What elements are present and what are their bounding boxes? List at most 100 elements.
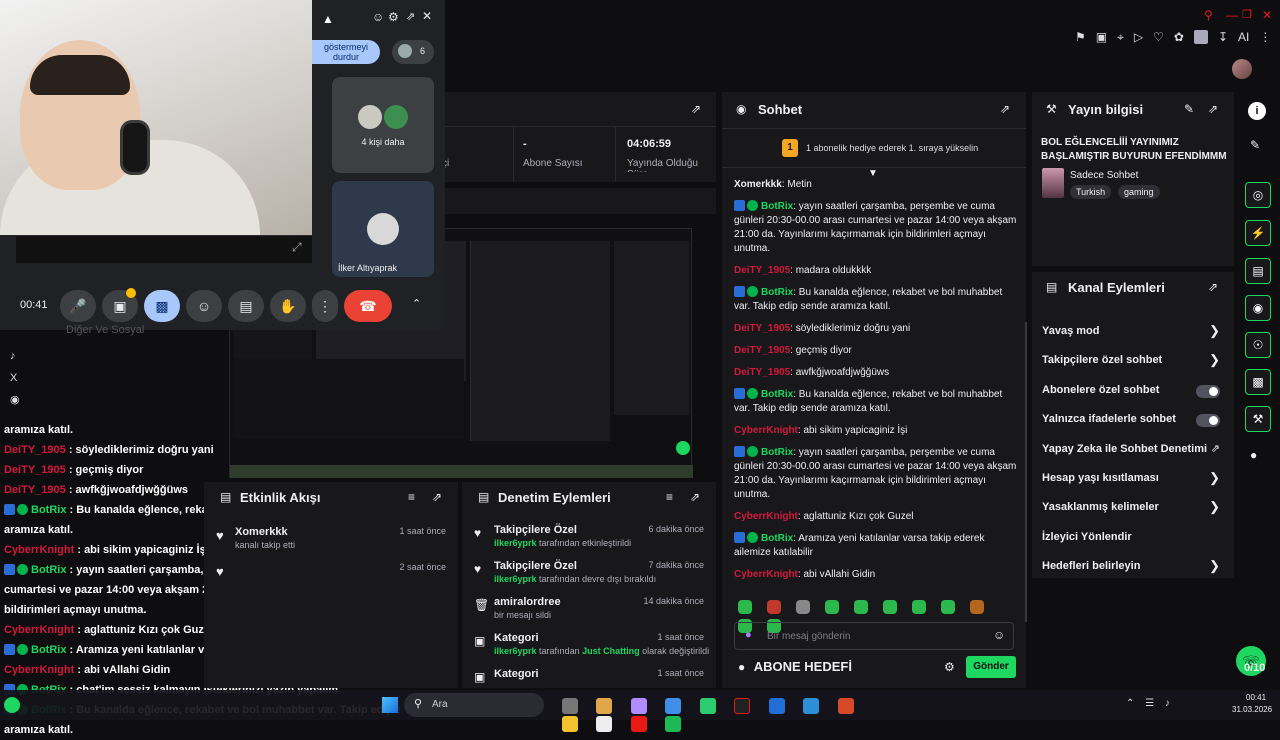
group-icon[interactable]: ● — [1250, 448, 1257, 462]
chat-username[interactable]: BotRix — [761, 287, 793, 298]
raise-hand-button[interactable]: ✋ — [270, 290, 306, 322]
chevron-right-icon[interactable]: ❯ — [1209, 558, 1220, 574]
channel-action-row[interactable]: Hesap yaşı kısıtlaması ❯ — [1032, 470, 1234, 490]
app-icon[interactable] — [837, 697, 854, 714]
popout-icon[interactable]: ⇗ — [1208, 280, 1218, 294]
chat-username[interactable]: DeiTY_1905 — [734, 345, 790, 356]
more-icon[interactable]: ⋮ — [1259, 30, 1271, 45]
participant-tile[interactable]: İlker Altıyaprak — [332, 181, 434, 277]
moderator-name[interactable]: ilker6yprk — [494, 574, 537, 584]
app-icon[interactable] — [699, 697, 716, 714]
app-icon[interactable] — [630, 715, 647, 732]
captions-button[interactable]: ▤ — [228, 290, 264, 322]
more-options-button[interactable]: ⋮ — [312, 290, 338, 322]
minimize-icon[interactable]: — — [1226, 8, 1238, 22]
mic-icon[interactable]: ● — [745, 629, 752, 641]
tiktok-icon[interactable]: ♪ — [10, 345, 26, 367]
chevron-up-icon[interactable]: ⌃ — [412, 297, 421, 310]
channel-action-row[interactable]: Yalnızca ifadelerle sohbet — [1032, 411, 1234, 431]
emote-icon[interactable] — [854, 600, 868, 614]
chat-username[interactable]: CyberrKnight — [734, 511, 798, 522]
chat-username[interactable]: BotRix — [761, 389, 793, 400]
reactions-button[interactable]: ☺ — [186, 290, 222, 322]
filter-icon[interactable]: ≡ — [666, 490, 673, 504]
emote-icon[interactable] — [912, 600, 926, 614]
popout-icon[interactable]: ⇗ — [406, 10, 415, 23]
chevron-right-icon[interactable]: ❯ — [1209, 352, 1220, 368]
chat-username[interactable]: BotRix — [761, 533, 793, 544]
close-icon[interactable]: ✕ — [422, 9, 432, 23]
emote-icon[interactable] — [767, 600, 781, 614]
maximize-icon[interactable]: ❐ — [1242, 8, 1252, 21]
toggle-switch[interactable] — [1196, 414, 1220, 428]
others-tile[interactable]: 4 kişi daha — [332, 77, 434, 173]
channel-action-row[interactable]: Yasaklanmış kelimeler ❯ — [1032, 499, 1234, 519]
tag-chip[interactable]: Turkish — [1070, 185, 1112, 199]
user-avatar[interactable] — [1232, 59, 1252, 79]
play-icon[interactable]: ▷ — [1134, 30, 1143, 45]
app-icon[interactable] — [562, 697, 578, 714]
filter-icon[interactable]: ≡ — [408, 490, 415, 504]
app-icon[interactable] — [665, 697, 682, 714]
start-icon[interactable] — [382, 697, 398, 713]
chat-settings-icon[interactable]: ⚙ — [944, 660, 955, 674]
chat-username[interactable]: Xomerkkk — [734, 179, 782, 190]
scrollbar[interactable] — [1025, 322, 1027, 622]
popout-icon[interactable]: ⇗ — [1208, 102, 1218, 116]
gift-banner[interactable]: 1 1 abonelik hediye ederek 1. sıraya yük… — [722, 128, 1026, 168]
app-icon[interactable] — [803, 697, 820, 714]
channel-action-row[interactable]: Abonelere özel sohbet — [1032, 382, 1234, 402]
bolt-icon[interactable]: ⚡ — [1245, 220, 1271, 246]
broadcast-icon[interactable]: ☉ — [1245, 332, 1271, 358]
popout-icon[interactable]: ⇗ — [690, 490, 700, 504]
emote-icon[interactable] — [825, 600, 839, 614]
emoji-icon[interactable]: ☺ — [372, 10, 384, 24]
pencil-icon[interactable]: ✎ — [1250, 138, 1260, 152]
emote-icon[interactable] — [970, 600, 984, 614]
printer-icon[interactable]: ▩ — [1245, 369, 1271, 395]
message-input[interactable]: ● Bir mesaj gönderin ☺ — [734, 622, 1014, 650]
emote-icon[interactable] — [883, 600, 897, 614]
settings-icon[interactable]: ⚙ — [388, 10, 399, 24]
chat-icon[interactable]: ◉ — [1245, 295, 1271, 321]
chat-username[interactable]: CyberrKnight — [734, 425, 798, 436]
emote-icon[interactable] — [796, 600, 810, 614]
heart-icon[interactable]: ♡ — [1153, 30, 1164, 45]
emoji-icon[interactable]: ☺ — [993, 628, 1005, 642]
ai-icon[interactable]: AI — [1238, 30, 1249, 45]
app-icon[interactable] — [562, 715, 578, 732]
taskbar-search[interactable]: ⚲ Ara — [404, 693, 544, 717]
participants-button[interactable]: 6 — [392, 40, 434, 64]
profile-avatar[interactable] — [1193, 30, 1208, 44]
chat-username[interactable]: DeiTY_1905 — [734, 367, 790, 378]
crop-icon[interactable]: ⌖ — [1117, 30, 1124, 45]
edit-icon[interactable]: ✎ — [1184, 102, 1194, 116]
app-icon[interactable] — [596, 697, 613, 714]
search-icon[interactable]: ⚲ — [1204, 8, 1213, 22]
camera-button[interactable]: ▣ — [102, 288, 138, 322]
popout-icon[interactable]: ⇗ — [691, 102, 701, 116]
close-icon[interactable]: ✕ — [1262, 8, 1272, 22]
app-icon[interactable] — [596, 715, 613, 732]
wifi-icon[interactable]: ☰ — [1145, 698, 1154, 709]
app-icon[interactable] — [734, 697, 751, 714]
app-icon[interactable] — [665, 715, 682, 732]
chat-username[interactable]: BotRix — [761, 201, 793, 212]
channel-action-row[interactable]: İzleyici Yönlendir — [1032, 529, 1234, 549]
extensions-icon[interactable]: ✿ — [1174, 30, 1184, 45]
app-icon[interactable] — [768, 697, 785, 714]
channel-action-row[interactable]: Takipçilere özel sohbet ❯ — [1032, 352, 1234, 372]
chat-username[interactable]: BotRix — [761, 447, 793, 458]
present-button[interactable]: ▩ — [144, 290, 180, 322]
moderator-name[interactable]: ilker6yprk — [494, 646, 537, 656]
pin-icon[interactable]: ⚑ — [1075, 30, 1086, 45]
info-icon[interactable]: i — [1248, 102, 1266, 120]
chat-username[interactable]: CyberrKnight — [734, 569, 798, 580]
chevron-right-icon[interactable]: ❯ — [1209, 499, 1220, 515]
chevron-right-icon[interactable]: ❯ — [1209, 323, 1220, 339]
external-link-icon[interactable]: ⇗ — [1211, 442, 1220, 455]
send-button[interactable]: Gönder — [966, 656, 1016, 678]
chevron-right-icon[interactable]: ❯ — [1209, 470, 1220, 486]
toggle-switch[interactable] — [1196, 384, 1220, 398]
channel-action-row[interactable]: Hedefleri belirleyin ❯ — [1032, 558, 1234, 578]
